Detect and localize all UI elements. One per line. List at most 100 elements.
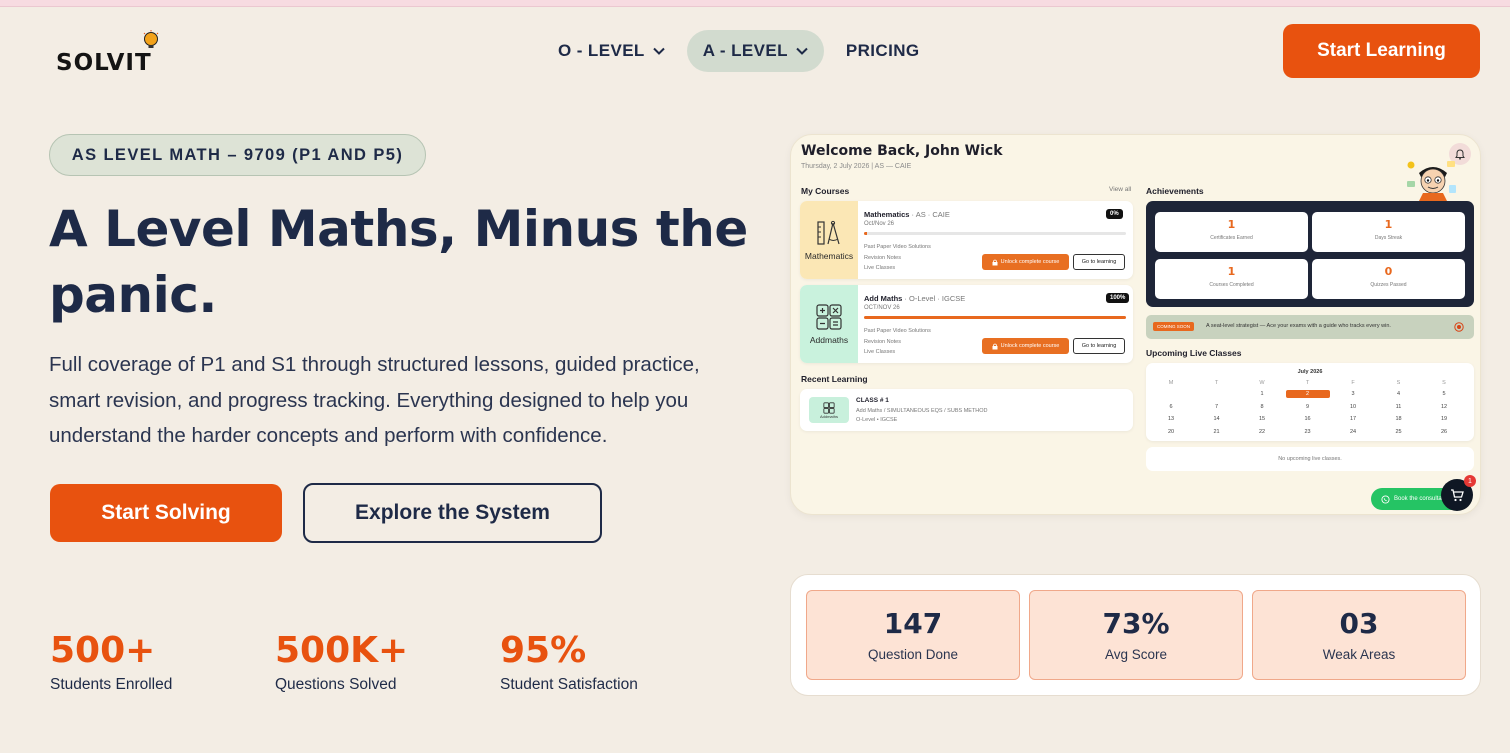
unlock-course-button[interactable]: Unlock complete course [982, 254, 1069, 270]
course-session: Oct/Nov 26 [864, 221, 895, 227]
calendar-day[interactable]: 23 [1293, 428, 1323, 436]
recent-level: O-Level • IGCSE [856, 417, 898, 423]
my-courses-heading: My Courses [801, 186, 850, 196]
recent-thumbnail-label: Addmaths [819, 413, 838, 419]
calendar-day[interactable]: 7 [1202, 403, 1232, 411]
calendar-day[interactable]: 24 [1338, 428, 1368, 436]
course-name: Mathematics · AS · CAIE [864, 210, 950, 219]
hero-desc-line-3: understand the harder concepts and perfo… [49, 424, 608, 447]
unlock-course-label: Unlock complete course [1000, 259, 1060, 265]
progress-summary-panel: 147 Question Done 73% Avg Score 03 Weak … [790, 574, 1481, 696]
unlock-course-button[interactable]: Unlock complete course [982, 338, 1069, 354]
calendar-weekday: W [1259, 380, 1265, 386]
achievement-card: 1 Days Streak [1312, 212, 1465, 252]
course-progress-bar [864, 316, 1126, 319]
solvit-logo[interactable]: SOLVIT [56, 30, 184, 78]
compass-ruler-icon [817, 220, 840, 245]
achievement-value: 1 [1227, 265, 1236, 278]
course-feature: Live Classes [864, 349, 896, 355]
recent-thumbnail: Addmaths [809, 397, 849, 423]
calendar-day[interactable]: 17 [1338, 415, 1368, 423]
calendar-weekday: M [1168, 380, 1174, 386]
unlock-course-label: Unlock complete course [1000, 343, 1060, 349]
course-name-text: Add Maths [864, 294, 903, 303]
calendar-day[interactable]: 5 [1429, 390, 1459, 398]
nav-o-level[interactable]: O - LEVEL [542, 30, 681, 72]
hero-desc-line-1: Full coverage of P1 and S1 through struc… [49, 353, 700, 376]
summary-label: Question Done [867, 647, 959, 662]
calendar-day[interactable]: 16 [1293, 415, 1323, 423]
coming-soon-badge: COMING SOON [1153, 322, 1195, 331]
calendar-day[interactable]: 6 [1156, 403, 1186, 411]
calendar-day[interactable]: 14 [1202, 415, 1232, 423]
start-solving-button[interactable]: Start Solving [50, 484, 282, 542]
calendar-day[interactable]: 18 [1384, 415, 1414, 423]
course-percent-badge: 100% [1106, 293, 1130, 303]
stat-label: Student Satisfaction [500, 676, 638, 693]
calendar-day[interactable]: 10 [1338, 403, 1368, 411]
summary-label: Avg Score [1104, 647, 1168, 662]
calendar-day[interactable]: 4 [1384, 390, 1414, 398]
calendar-day[interactable]: 1 [1247, 390, 1277, 398]
stat-satisfaction: 95% Student Satisfaction [500, 630, 638, 694]
calendar-weekday: S [1396, 380, 1401, 386]
explore-system-button[interactable]: Explore the System [303, 483, 602, 543]
hero-title-line-2: panic. [49, 266, 217, 324]
live-classes-calendar: July 2026 M T W T F S S 1 2 3 4 5 6 7 8 9 10 11 12 13 14 15 16… [1146, 363, 1474, 441]
achievement-label: Courses Completed [1209, 282, 1254, 288]
nav-pricing[interactable]: PRICING [830, 30, 936, 72]
calendar-day[interactable]: 3 [1338, 390, 1368, 398]
calendar-weekday: F [1351, 380, 1355, 386]
nav-a-level-label: A - LEVEL [702, 41, 788, 60]
achievements-panel: 1 Certificates Earned 1 Days Streak 1 Co… [1146, 201, 1474, 307]
calendar-day[interactable]: 20 [1156, 428, 1186, 436]
lightbulb-icon [143, 30, 159, 48]
calendar-day[interactable]: 22 [1247, 428, 1277, 436]
calendar-day[interactable]: 19 [1429, 415, 1459, 423]
coming-soon-banner[interactable]: COMING SOON A seat-level strategist — Ac… [1146, 315, 1474, 339]
calendar-day[interactable]: 25 [1384, 428, 1414, 436]
calendar-day[interactable]: 12 [1429, 403, 1459, 411]
calendar-day-today[interactable]: 2 [1285, 390, 1330, 398]
dashboard-subtitle: Thursday, 2 July 2026 | AS — CAIE [801, 163, 912, 170]
recent-learning-item[interactable]: Addmaths CLASS # 1 Add Maths / SIMULTANE… [800, 389, 1133, 431]
student-character-illustration [1407, 161, 1456, 205]
calendar-day[interactable]: 9 [1293, 403, 1323, 411]
calendar-day[interactable]: 11 [1384, 403, 1414, 411]
go-to-learning-button[interactable]: Go to learning [1073, 338, 1125, 354]
start-learning-button[interactable]: Start Learning [1283, 24, 1480, 78]
achievement-label: Days Streak [1374, 235, 1403, 241]
logo-text: SOLVIT [56, 50, 152, 76]
calendar-day[interactable]: 26 [1429, 428, 1459, 436]
no-upcoming-classes: No upcoming live classes. [1146, 447, 1474, 471]
nav-a-level[interactable]: A - LEVEL [686, 30, 824, 72]
course-name-text: Mathematics [864, 210, 910, 219]
nav-o-level-label: O - LEVEL [558, 41, 645, 60]
hero-title: A Level Maths, Minus the panic. [49, 196, 749, 328]
achievements-heading: Achievements [1146, 186, 1204, 196]
course-thumbnail-label: Mathematics [804, 251, 854, 261]
achievement-value: 1 [1227, 218, 1236, 231]
view-all-link[interactable]: View all [1109, 186, 1131, 193]
achievement-label: Quizzes Passed [1370, 282, 1407, 288]
course-progress-bar [864, 232, 1126, 235]
whatsapp-icon [1381, 494, 1390, 504]
achievement-value: 0 [1384, 265, 1393, 278]
calculator-symbols-icon [816, 304, 842, 330]
course-card-addmaths[interactable]: Addmaths Add Maths · O-Level · IGCSE OCT… [800, 285, 1133, 363]
achievement-card: 1 Certificates Earned [1155, 212, 1308, 252]
go-to-learning-button[interactable]: Go to learning [1073, 254, 1125, 270]
calendar-day[interactable]: 8 [1247, 403, 1277, 411]
calendar-weekday: T [1305, 380, 1310, 386]
course-card-mathematics[interactable]: Mathematics Mathematics · AS · CAIE Oct/… [800, 201, 1133, 279]
calendar-day[interactable]: 21 [1202, 428, 1232, 436]
achievement-value: 1 [1384, 218, 1393, 231]
calendar-day[interactable]: 15 [1247, 415, 1277, 423]
stat-value: 500+ [50, 630, 156, 671]
calendar-day[interactable]: 13 [1156, 415, 1186, 423]
recent-learning-heading: Recent Learning [801, 374, 868, 384]
course-meta: · AS · CAIE [909, 210, 950, 219]
course-percent-badge: 0% [1106, 209, 1123, 219]
course-features: Past Paper Video Solutions Revision Note… [864, 326, 931, 358]
dashboard-welcome: Welcome Back, John Wick [801, 143, 1003, 159]
